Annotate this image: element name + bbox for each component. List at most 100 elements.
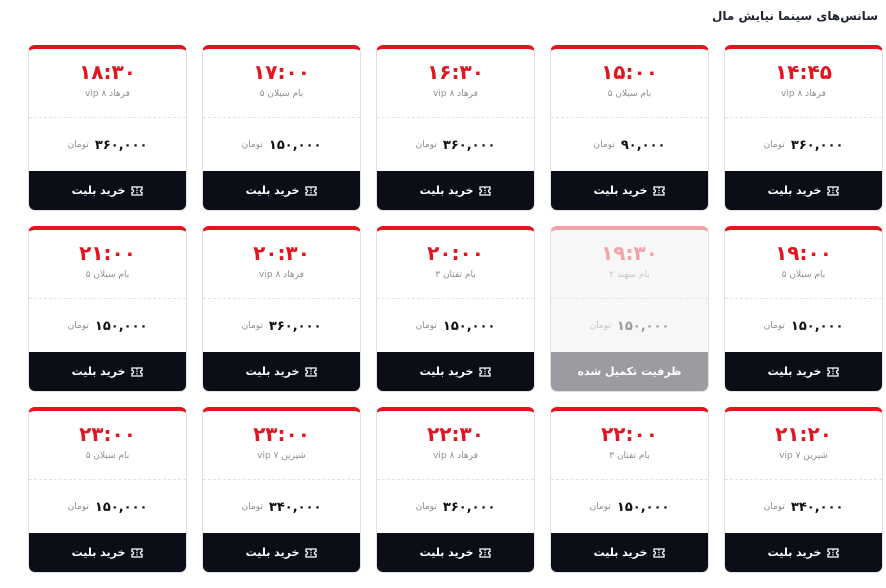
session-card: ۱۴:۴۵ فرهاد ۸ vip ۳۶۰,۰۰۰ تومان خرید بلی… [724,45,883,211]
buy-ticket-button[interactable]: خرید بلیت [725,352,882,391]
session-currency: تومان [763,321,785,331]
buy-ticket-label: خرید بلیت [419,365,474,378]
session-currency: تومان [67,502,89,512]
session-time: ۲۰:۰۰ [427,241,484,265]
ticket-icon [827,366,840,377]
session-card: ۲۱:۰۰ بام سیلان ۵ ۱۵۰,۰۰۰ تومان خرید بلی… [28,226,187,392]
session-price: ۱۵۰,۰۰۰ [790,318,844,334]
buy-ticket-button[interactable]: خرید بلیت [29,171,186,210]
ticket-icon [479,547,492,558]
ticket-icon [131,366,144,377]
buy-ticket-button[interactable]: خرید بلیت [551,171,708,210]
session-time: ۱۶:۳۰ [427,60,484,84]
session-card: ۱۹:۰۰ بام سیلان ۵ ۱۵۰,۰۰۰ تومان خرید بلی… [724,226,883,392]
ticket-icon [131,547,144,558]
session-hall: شیرین ۷ vip [779,451,828,461]
sessions-grid: ۱۴:۴۵ فرهاد ۸ vip ۳۶۰,۰۰۰ تومان خرید بلی… [15,45,883,573]
buy-ticket-button[interactable]: خرید بلیت [725,533,882,572]
session-time: ۲۱:۰۰ [79,241,136,265]
session-card: ۲۰:۰۰ بام تفتان ۳ ۱۵۰,۰۰۰ تومان خرید بلی… [376,226,535,392]
session-time: ۱۵:۰۰ [601,60,658,84]
session-hall: بام تفتان ۳ [609,451,650,461]
capacity-full-label: ظرفیت تکمیل شده [577,365,682,378]
session-price: ۳۶۰,۰۰۰ [790,137,844,153]
session-time: ۱۴:۴۵ [775,60,832,84]
buy-ticket-label: خرید بلیت [767,365,822,378]
session-price: ۳۶۰,۰۰۰ [442,499,496,515]
buy-ticket-button[interactable]: خرید بلیت [29,352,186,391]
session-card: ۲۲:۳۰ فرهاد ۸ vip ۳۶۰,۰۰۰ تومان خرید بلی… [376,407,535,573]
session-header: ۱۸:۳۰ فرهاد ۸ vip [29,49,186,118]
buy-ticket-label: خرید بلیت [419,184,474,197]
session-time: ۱۸:۳۰ [79,60,136,84]
session-price-row: ۱۵۰,۰۰۰ تومان [551,299,708,353]
session-currency: تومان [589,502,611,512]
session-currency: تومان [241,140,263,150]
session-header: ۲۲:۰۰ بام تفتان ۳ [551,411,708,480]
session-price: ۳۴۰,۰۰۰ [268,499,322,515]
session-card: ۱۶:۳۰ فرهاد ۸ vip ۳۶۰,۰۰۰ تومان خرید بلی… [376,45,535,211]
capacity-full-button: ظرفیت تکمیل شده [551,352,708,391]
ticket-icon [479,366,492,377]
session-price: ۱۵۰,۰۰۰ [268,137,322,153]
ticket-icon [653,547,666,558]
session-header: ۲۳:۰۰ شیرین ۷ vip [203,411,360,480]
session-hall: بام تفتان ۳ [435,270,476,280]
session-time: ۱۷:۰۰ [253,60,310,84]
session-currency: تومان [241,502,263,512]
session-price-row: ۱۵۰,۰۰۰ تومان [725,299,882,353]
session-currency: تومان [763,140,785,150]
ticket-icon [131,185,144,196]
buy-ticket-button[interactable]: خرید بلیت [377,533,534,572]
session-hall: بام سیلان ۵ [781,270,826,280]
buy-ticket-label: خرید بلیت [245,184,300,197]
session-price: ۹۰,۰۰۰ [620,137,666,153]
buy-ticket-button[interactable]: خرید بلیت [551,533,708,572]
buy-ticket-label: خرید بلیت [419,546,474,559]
page-title: سانس‌های سینما نیایش مال [711,9,878,23]
ticket-icon [305,547,318,558]
buy-ticket-label: خرید بلیت [245,546,300,559]
session-currency: تومان [415,140,437,150]
session-price-row: ۳۶۰,۰۰۰ تومان [29,118,186,172]
session-price: ۱۵۰,۰۰۰ [616,499,670,515]
buy-ticket-button[interactable]: خرید بلیت [725,171,882,210]
session-price-row: ۳۴۰,۰۰۰ تومان [203,480,360,534]
session-currency: تومان [67,140,89,150]
ticket-icon [827,547,840,558]
session-price-row: ۱۵۰,۰۰۰ تومان [203,118,360,172]
session-time: ۲۳:۰۰ [79,422,136,446]
session-hall: بام سیلان ۵ [259,89,304,99]
session-price: ۳۶۰,۰۰۰ [442,137,496,153]
session-time: ۲۱:۲۰ [775,422,832,446]
session-card: ۲۱:۲۰ شیرین ۷ vip ۳۴۰,۰۰۰ تومان خرید بلی… [724,407,883,573]
session-price-row: ۱۵۰,۰۰۰ تومان [29,480,186,534]
buy-ticket-label: خرید بلیت [593,546,648,559]
session-card: ۲۳:۰۰ بام سیلان ۵ ۱۵۰,۰۰۰ تومان خرید بلی… [28,407,187,573]
buy-ticket-button[interactable]: خرید بلیت [203,533,360,572]
buy-ticket-button[interactable]: خرید بلیت [377,171,534,210]
session-header: ۱۴:۴۵ فرهاد ۸ vip [725,49,882,118]
session-card: ۲۰:۳۰ فرهاد ۸ vip ۳۶۰,۰۰۰ تومان خرید بلی… [202,226,361,392]
session-currency: تومان [589,321,611,331]
session-header: ۲۰:۰۰ بام تفتان ۳ [377,230,534,299]
buy-ticket-button[interactable]: خرید بلیت [377,352,534,391]
session-card: ۱۵:۰۰ بام سیلان ۵ ۹۰,۰۰۰ تومان خرید بلیت [550,45,709,211]
session-price-row: ۱۵۰,۰۰۰ تومان [29,299,186,353]
buy-ticket-button[interactable]: خرید بلیت [203,352,360,391]
session-hall: بام سیلان ۵ [85,270,130,280]
session-hall: بام سیلان ۵ [85,451,130,461]
session-hall: فرهاد ۸ vip [259,270,304,280]
session-price-row: ۹۰,۰۰۰ تومان [551,118,708,172]
buy-ticket-label: خرید بلیت [71,546,126,559]
session-currency: تومان [67,321,89,331]
session-price: ۳۴۰,۰۰۰ [790,499,844,515]
session-card: ۱۷:۰۰ بام سیلان ۵ ۱۵۰,۰۰۰ تومان خرید بلی… [202,45,361,211]
session-time: ۲۲:۳۰ [427,422,484,446]
buy-ticket-button[interactable]: خرید بلیت [29,533,186,572]
buy-ticket-button[interactable]: خرید بلیت [203,171,360,210]
ticket-icon [653,185,666,196]
session-header: ۱۹:۰۰ بام سیلان ۵ [725,230,882,299]
session-header: ۲۲:۳۰ فرهاد ۸ vip [377,411,534,480]
session-price-row: ۱۵۰,۰۰۰ تومان [551,480,708,534]
